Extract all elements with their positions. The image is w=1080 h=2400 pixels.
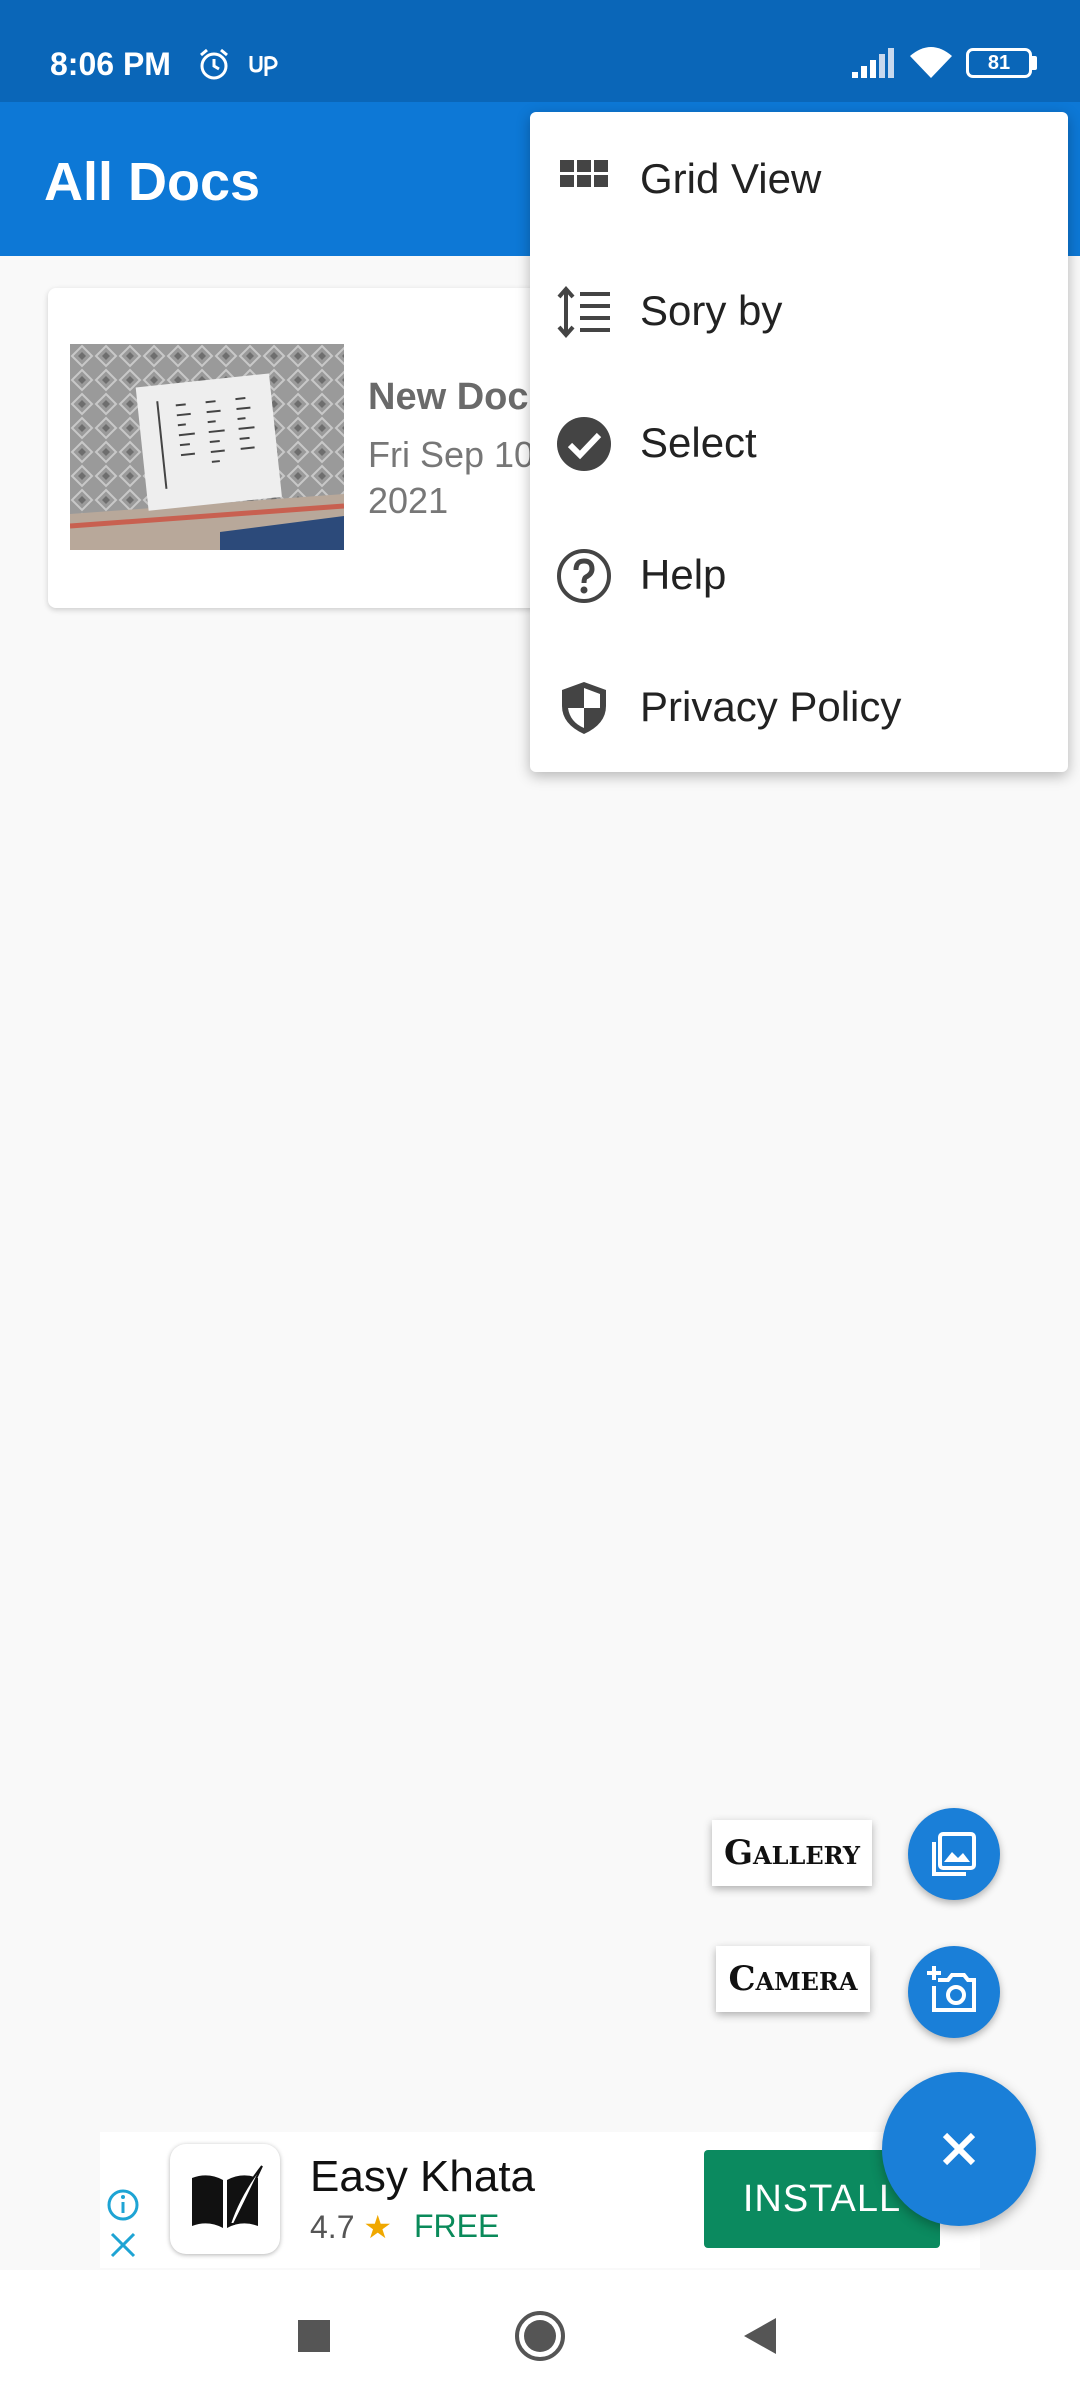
menu-item-label: Privacy Policy <box>640 683 902 730</box>
wifi-icon <box>910 47 952 78</box>
gallery-button[interactable] <box>908 1808 1000 1900</box>
menu-item-grid-view[interactable]: Grid View <box>530 112 1068 244</box>
help-icon <box>557 549 611 603</box>
ad-rating-value: 4.7 <box>310 2209 355 2245</box>
up-icon <box>249 56 278 76</box>
alarm-icon <box>200 48 228 80</box>
document-photo <box>70 344 344 550</box>
page-title: All Docs <box>44 152 261 212</box>
overflow-menu: Grid View Sory by Select Help Privacy Po… <box>530 112 1068 772</box>
ad-price: FREE <box>414 2208 500 2244</box>
fab-close-button[interactable] <box>882 2072 1036 2226</box>
menu-item-privacy-policy[interactable]: Privacy Policy <box>530 640 1068 772</box>
book-icon <box>192 2165 263 2228</box>
menu-item-help[interactable]: Help <box>530 508 1068 640</box>
ad-banner[interactable]: Easy Khata 4.7 ★ FREE INSTALL <box>100 2132 980 2268</box>
close-icon <box>942 2132 976 2166</box>
grid-icon <box>560 160 608 187</box>
recents-icon[interactable] <box>296 2318 332 2354</box>
menu-item-sort-by[interactable]: Sory by <box>530 244 1068 376</box>
ad-close-icon[interactable] <box>108 2230 138 2260</box>
shield-icon <box>562 682 606 734</box>
menu-item-label: Select <box>640 419 757 466</box>
battery-tip <box>1032 56 1037 70</box>
document-title: New Doc <box>368 376 529 418</box>
status-bar: 8:06 PM 81 <box>0 0 1080 102</box>
camera-button[interactable] <box>908 1946 1000 2038</box>
ad-app-icon[interactable] <box>170 2144 280 2254</box>
battery-icon: 81 <box>966 48 1032 78</box>
signal-icon <box>852 48 894 78</box>
document-thumbnail <box>70 344 344 550</box>
home-icon[interactable] <box>512 2308 568 2364</box>
menu-item-label: Sory by <box>640 287 783 334</box>
back-icon[interactable] <box>740 2316 780 2356</box>
gallery-icon <box>932 1832 976 1876</box>
camera-label[interactable]: Camera <box>716 1946 870 2012</box>
ad-info-icon[interactable] <box>106 2188 140 2222</box>
star-icon: ★ <box>363 2209 393 2245</box>
ad-rating: 4.7 ★ <box>310 2208 392 2246</box>
add-photo-icon <box>927 1966 976 2012</box>
menu-item-label: Help <box>640 551 727 598</box>
sort-icon <box>557 285 610 339</box>
system-nav-bar <box>0 2270 1080 2400</box>
check-circle-icon <box>557 417 611 471</box>
menu-item-select[interactable]: Select <box>530 376 1068 508</box>
ad-app-name: Easy Khata <box>310 2152 536 2201</box>
battery-level: 81 <box>987 52 1011 74</box>
menu-item-label: Grid View <box>640 155 822 202</box>
gallery-label[interactable]: Gallery <box>712 1820 872 1886</box>
status-time: 8:06 PM <box>50 46 171 82</box>
